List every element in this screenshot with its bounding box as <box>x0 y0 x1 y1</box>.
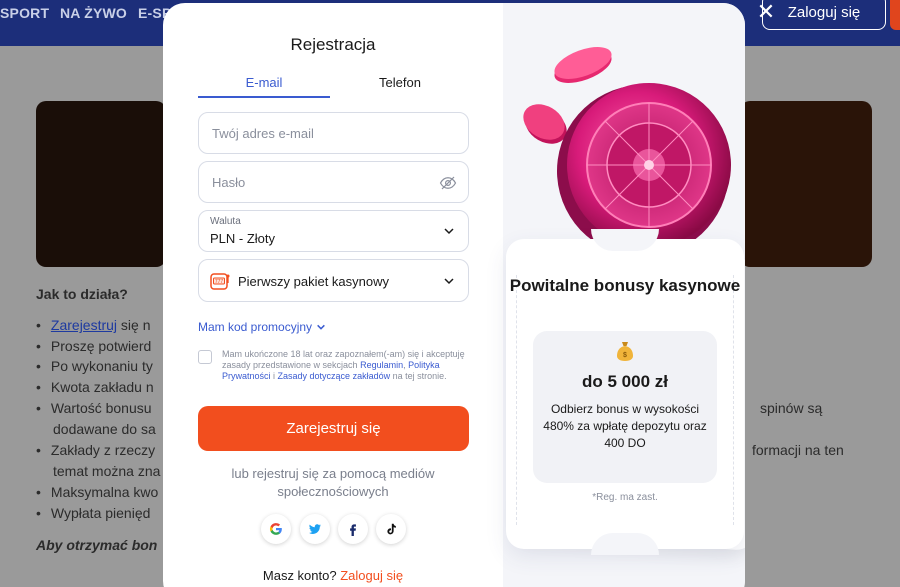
bonus-details: $ do 5 000 zł Odbierz bonus w wysokości … <box>533 331 717 483</box>
tiktok-icon <box>387 523 396 535</box>
eye-off-icon[interactable] <box>439 174 457 192</box>
card-notch <box>591 533 659 555</box>
social-register-text: lub rejestruj się za pomocą mediów społe… <box>231 466 435 499</box>
roulette-illustration <box>523 47 731 253</box>
list-item: Wartość bonusu <box>36 400 152 416</box>
tab-phone[interactable]: Telefon <box>333 75 467 90</box>
header-register-button[interactable] <box>890 0 900 30</box>
card-divider <box>733 275 734 525</box>
list-item: Zarejestruj się n <box>36 317 151 333</box>
list-item: Kwota zakładu n <box>36 379 154 395</box>
login-prompt: Masz konto? Zaloguj się <box>262 568 404 583</box>
svg-text:$: $ <box>623 352 627 359</box>
bonus-title: Powitalne bonusy kasynowe <box>509 276 741 295</box>
password-field-wrapper <box>198 161 469 203</box>
promo-code-toggle[interactable]: Mam kod promocyjny <box>198 320 326 334</box>
card-notch <box>591 229 659 251</box>
close-modal-button[interactable]: ✕ <box>756 1 776 23</box>
promo-banner-image <box>36 101 166 267</box>
google-login-button[interactable] <box>261 514 291 544</box>
list-item: Proszę potwierd <box>36 338 151 354</box>
register-button[interactable]: Zarejestruj się <box>198 406 469 451</box>
google-icon <box>269 523 282 535</box>
list-item: Zakłady z rzeczy <box>36 442 155 458</box>
list-item: Wypłata pienięd <box>36 505 151 521</box>
card-divider <box>516 275 517 525</box>
twitter-login-button[interactable] <box>300 514 330 544</box>
list-item-continuation: temat można zna <box>53 463 161 479</box>
promo-banner-image-right <box>740 101 872 267</box>
list-item: Po wykonaniu ty <box>36 358 153 374</box>
bonus-package-value: Pierwszy pakiet kasynowy <box>238 274 389 289</box>
svg-text:777: 777 <box>215 279 224 285</box>
email-field-wrapper <box>198 112 469 154</box>
how-it-works-heading: Jak to działa? <box>36 286 128 302</box>
money-bag-icon: $ <box>617 342 633 361</box>
bonus-amount: do 5 000 zł <box>582 372 668 391</box>
list-item-continuation: dodawane do sa <box>53 421 156 437</box>
registration-modal: Rejestracja E-mail Telefon Waluta PLN - … <box>163 3 745 587</box>
terms-link[interactable]: Regulamin <box>360 360 403 370</box>
registration-form: Rejestracja E-mail Telefon Waluta PLN - … <box>163 3 503 587</box>
list-item: Maksymalna kwo <box>36 484 158 500</box>
bonus-info-text: Aby otrzymać bon <box>36 537 158 553</box>
modal-title: Rejestracja <box>290 35 376 54</box>
background-text-fragment: formacji na ten <box>752 442 844 458</box>
tiktok-login-button[interactable] <box>376 514 406 544</box>
currency-select[interactable]: Waluta PLN - Złoty <box>198 210 469 252</box>
password-field[interactable] <box>199 162 468 202</box>
bonus-card: Powitalne bonusy kasynowe $ do 5 000 zł … <box>506 229 744 555</box>
bonus-terms-note: *Reg. ma zast. <box>592 492 658 503</box>
bonus-package-select[interactable]: 777 Pierwszy pakiet kasynowy <box>198 259 469 302</box>
login-link[interactable]: Zaloguj się <box>340 568 403 583</box>
active-tab-indicator <box>198 96 330 98</box>
background-text-fragment: spinów są <box>760 400 823 416</box>
register-link[interactable]: Zarejestruj <box>51 317 117 333</box>
currency-value: PLN - Złoty <box>210 231 276 246</box>
betting-rules-link[interactable]: Zasady dotyczące zakładów <box>278 371 391 381</box>
terms-checkbox[interactable] <box>198 350 212 364</box>
chevron-down-icon <box>444 278 454 285</box>
slot-machine-icon: 777 <box>210 273 230 290</box>
facebook-login-button[interactable] <box>338 514 368 544</box>
promo-code-label: Mam kod promocyjny <box>198 320 313 334</box>
facebook-icon <box>350 524 356 536</box>
tab-email[interactable]: E-mail <box>198 75 330 90</box>
chevron-down-icon <box>317 324 325 330</box>
nav-item-live[interactable]: NA ŻYWO <box>60 5 127 21</box>
nav-item-sport[interactable]: SPORT <box>0 5 49 21</box>
header-login-button[interactable]: Zaloguj się <box>762 0 886 30</box>
twitter-icon <box>309 524 321 534</box>
chevron-down-icon <box>444 228 454 235</box>
currency-label: Waluta <box>210 216 241 227</box>
terms-consent-text: Mam ukończone 18 lat oraz zapoznałem(-am… <box>222 349 465 381</box>
email-field[interactable] <box>199 113 468 153</box>
bonus-description: Odbierz bonus w wysokości 480% za wpłatę… <box>543 402 707 450</box>
